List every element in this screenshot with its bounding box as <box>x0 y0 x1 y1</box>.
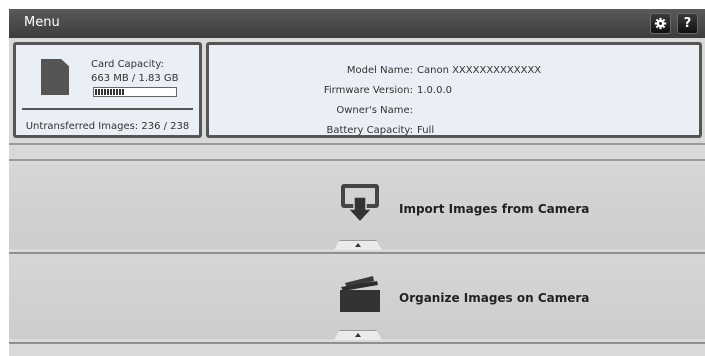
camera-info-panel: Model Name: Canon XXXXXXXXXXXXX Firmware… <box>206 42 702 138</box>
gear-icon <box>654 17 667 30</box>
card-info-panel: Card Capacity: 663 MB / 1.83 GB Untransf… <box>13 42 202 138</box>
settings-button[interactable] <box>650 13 671 34</box>
card-capacity-label: Card Capacity: <box>91 59 164 70</box>
card-capacity-fill <box>95 89 124 95</box>
card-divider <box>22 108 193 110</box>
action-divider <box>9 342 705 344</box>
import-icon <box>341 184 379 223</box>
firmware-version-label: Firmware Version: <box>323 85 413 96</box>
info-row-model: Model Name: Canon XXXXXXXXXXXXX <box>209 65 699 79</box>
memory-card-icon <box>41 59 69 95</box>
expand-arrow-icon <box>355 243 361 247</box>
window-title: Menu <box>24 15 60 30</box>
card-capacity-value: 663 MB / 1.83 GB <box>91 73 179 84</box>
section-divider <box>9 143 705 163</box>
info-row-battery: Battery Capacity: Full <box>209 125 699 139</box>
camera-menu-window: Menu ? Card Capacity: 663 MB / 1.83 GB U… <box>9 9 705 356</box>
folder-icon <box>340 276 380 312</box>
card-capacity-bar <box>93 87 177 97</box>
info-row-owner: Owner's Name: <box>209 105 699 119</box>
model-name-value: Canon XXXXXXXXXXXXX <box>417 65 542 76</box>
battery-capacity-value: Full <box>417 125 435 136</box>
firmware-version-value: 1.0.0.0 <box>417 85 452 96</box>
import-expand-tab[interactable] <box>334 240 382 250</box>
expand-arrow-icon <box>355 333 361 337</box>
organize-images-button[interactable]: Organize Images on Camera <box>9 255 705 340</box>
help-button[interactable]: ? <box>677 13 698 34</box>
organize-expand-tab[interactable] <box>334 330 382 340</box>
battery-capacity-label: Battery Capacity: <box>326 125 413 136</box>
title-bar: Menu ? <box>9 9 705 38</box>
organize-images-label: Organize Images on Camera <box>399 291 590 305</box>
info-row-firmware: Firmware Version: 1.0.0.0 <box>209 85 699 99</box>
import-images-label: Import Images from Camera <box>399 202 590 216</box>
model-name-label: Model Name: <box>346 65 413 76</box>
untransferred-images: Untransferred Images: 236 / 238 <box>25 121 190 132</box>
owner-name-label: Owner's Name: <box>336 105 413 116</box>
action-divider <box>9 252 705 254</box>
import-images-button[interactable]: Import Images from Camera <box>9 165 705 250</box>
